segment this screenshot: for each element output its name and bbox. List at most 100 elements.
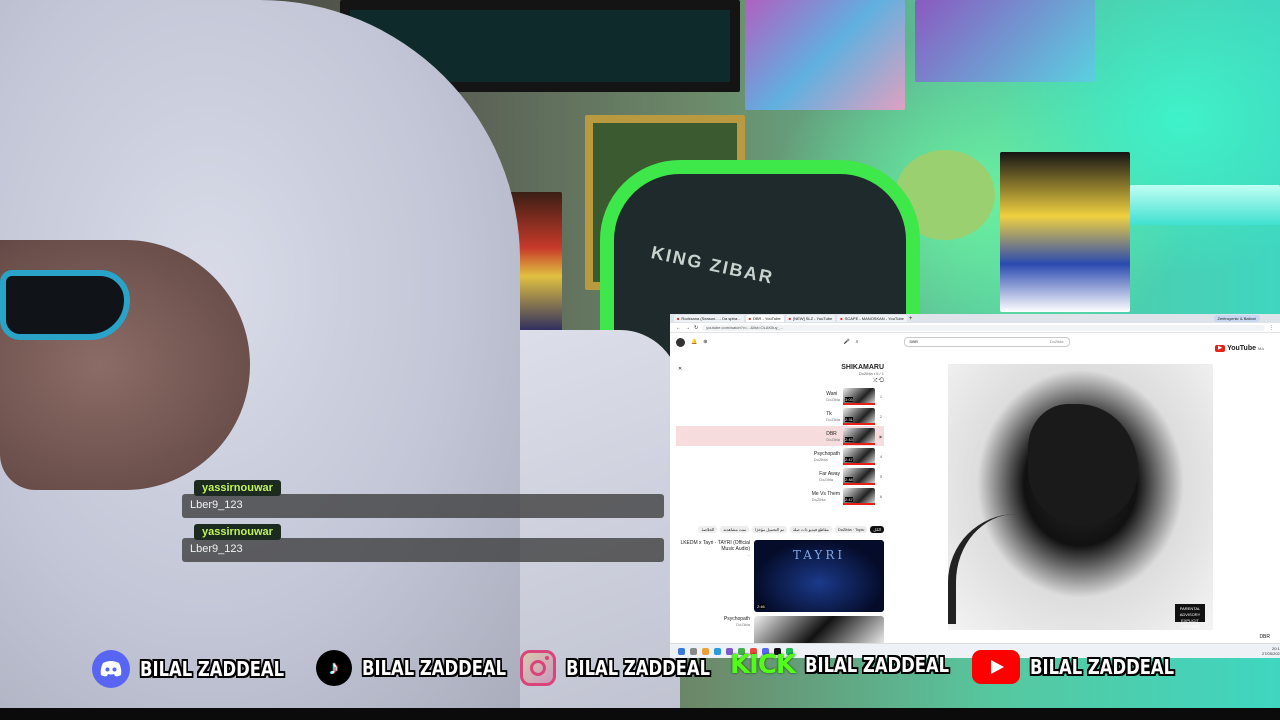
youtube-favicon-icon: ■ bbox=[748, 316, 751, 321]
youtube-masthead: 🔔 ⊕ 🎤 ⌕ DBR DoZibla bbox=[670, 333, 1280, 351]
track-artist: DoZibla bbox=[819, 476, 834, 482]
tiktok-icon: ♪ bbox=[316, 650, 352, 686]
discord-icon bbox=[92, 650, 130, 688]
playlist-subtitle: DoZibla • 6 / 1 bbox=[858, 371, 884, 376]
playlist-item[interactable]: Tk DoZibla 2:31 2 bbox=[676, 406, 884, 426]
playlist-item[interactable]: Far Away DoZibla 2:48 5 bbox=[676, 466, 884, 486]
chat-message: yassirnouwar Lber9_123 bbox=[182, 478, 664, 518]
track-thumbnail: 2:31 bbox=[843, 407, 875, 425]
rec-title: LKEDM x Tayri - TAYRI (Official Music Au… bbox=[680, 540, 750, 552]
parental-advisory-label: PARENTAL ADVISORY EXPLICIT CONTENT bbox=[1175, 604, 1205, 629]
browser-tab[interactable]: ■ SCAPE - MANOSKAN - YouTube bbox=[837, 315, 907, 322]
tab-bar: ■ Rocksana (Season... - Da sptra... ■ DBR … bbox=[670, 314, 1280, 323]
youtube-region: MA bbox=[1258, 346, 1264, 351]
chat-username: yassirnouwar bbox=[194, 524, 281, 540]
tiktok-handle: BILAL ZADDEAL bbox=[362, 656, 507, 680]
track-index: 4 bbox=[879, 453, 883, 459]
youtube-logo[interactable]: ▶ YouTube MA bbox=[1215, 345, 1264, 352]
shuffle-icon[interactable]: ⤮ bbox=[873, 378, 877, 384]
new-tab-icon[interactable]: + bbox=[909, 316, 913, 322]
profile-tab[interactable]: Zeetruyenkr & Baitoni bbox=[1213, 315, 1260, 322]
browser-tab[interactable]: ■ Rocksana (Season... - Da sptra... bbox=[674, 315, 744, 322]
notifications-icon[interactable]: 🔔 bbox=[691, 339, 697, 345]
chip[interactable]: DoZibla · Topic bbox=[834, 526, 868, 533]
chat-text: Lber9_123 bbox=[182, 494, 664, 518]
social-tiktok: ♪ BILAL ZADDEAL bbox=[316, 650, 538, 686]
close-icon[interactable]: ✕ bbox=[678, 366, 682, 372]
rec-thumb-title: TAYRI bbox=[792, 548, 846, 562]
track-artist: DoZibla bbox=[826, 396, 840, 402]
chip[interactable]: تم التحميل مؤخرًا bbox=[752, 526, 787, 533]
track-title: Psychopath bbox=[813, 450, 840, 457]
search-query: DBR bbox=[909, 339, 918, 344]
track-artist: DoZibla bbox=[813, 456, 828, 462]
chip-selected[interactable]: الكل bbox=[870, 526, 884, 533]
discord-handle: BILAL ZADDEAL bbox=[140, 657, 285, 681]
loop-icon[interactable]: ⟲ bbox=[879, 378, 884, 384]
playlist-item[interactable]: Psychopath DoZibla 2:47 4 bbox=[676, 446, 884, 466]
kick-icon: KICK bbox=[730, 650, 796, 680]
cover-figure bbox=[1028, 404, 1138, 524]
track-index: ▶ bbox=[879, 433, 883, 439]
extensions-icon[interactable]: ⋮ bbox=[1269, 325, 1274, 331]
recommendation-item[interactable]: LKEDM x Tayri - TAYRI (Official Music Au… bbox=[676, 540, 884, 612]
search-icon[interactable]: ⌕ bbox=[856, 339, 859, 345]
chip[interactable]: تمت مشاهدته bbox=[720, 526, 750, 533]
browser-tab[interactable]: ■ [NEW] SLZ - YouTube bbox=[785, 315, 836, 322]
url-field[interactable]: youtube.com/watch?v=...&list=OLAK5uy_... bbox=[702, 324, 1265, 331]
track-duration: 2:43 bbox=[845, 436, 853, 442]
chip[interactable]: مقاطع فيديو ذات صلة bbox=[789, 526, 832, 533]
back-icon[interactable]: ← bbox=[676, 325, 681, 331]
forward-icon[interactable]: → bbox=[685, 325, 690, 331]
create-icon[interactable]: ⊕ bbox=[703, 339, 707, 345]
reload-icon[interactable]: ↻ bbox=[694, 325, 698, 331]
track-duration: 2:47 bbox=[845, 456, 853, 462]
youtube-play-icon: ▶ bbox=[1215, 345, 1226, 352]
track-duration: 3:03 bbox=[845, 396, 853, 402]
chip[interactable]: الخلاصة bbox=[698, 526, 718, 533]
avatar[interactable] bbox=[676, 337, 685, 347]
sunglasses bbox=[0, 270, 130, 340]
art-poster-right bbox=[745, 0, 905, 110]
playlist-item[interactable]: Me Vs Them DoZibla 2:47 6 bbox=[676, 486, 884, 506]
youtube-logo-text: YouTube bbox=[1227, 345, 1256, 352]
chat-message: yassirnouwar Lber9_123 bbox=[182, 522, 664, 562]
youtube-favicon-icon: ■ bbox=[840, 316, 843, 321]
voice-search-icon[interactable]: 🎤 bbox=[843, 339, 849, 345]
cover-tail bbox=[948, 514, 1016, 624]
chat-text: Lber9_123 bbox=[182, 538, 664, 562]
track-title: Me Vs Them bbox=[811, 490, 840, 497]
playlist-title: SHIKAMARU bbox=[841, 364, 884, 371]
track-index: 2 bbox=[879, 413, 883, 419]
track-artist: DoZibla bbox=[826, 416, 840, 422]
social-kick: KICK BILAL ZADDEAL bbox=[730, 650, 981, 680]
social-instagram: BILAL ZADDEAL bbox=[520, 650, 742, 686]
browser-tab-active[interactable]: ■ DBR - YouTube bbox=[745, 315, 784, 322]
track-index: 5 bbox=[879, 473, 883, 479]
rec-meta: ... bbox=[746, 552, 750, 557]
track-thumbnail: 2:48 bbox=[843, 467, 875, 485]
tab-label: Rocksana (Season... - Da sptra... bbox=[681, 316, 741, 321]
track-duration: 2:48 bbox=[845, 476, 853, 482]
youtube-icon bbox=[972, 650, 1020, 684]
youtube-handle: BILAL ZADDEAL bbox=[1030, 655, 1175, 679]
rec-meta: DoZibla bbox=[736, 622, 750, 627]
playlist-controls: ⤮ ⟲ bbox=[676, 378, 884, 384]
track-title: Far Away bbox=[819, 470, 840, 477]
track-thumbnail: 2:43 bbox=[843, 427, 875, 445]
recommendations: LKEDM x Tayri - TAYRI (Official Music Au… bbox=[676, 540, 884, 650]
album-cover[interactable]: PARENTAL ADVISORY EXPLICIT CONTENT bbox=[948, 364, 1213, 630]
playlist-item-selected[interactable]: DBR DoZibla 2:43 ▶ bbox=[676, 426, 884, 446]
search-hint: DoZibla bbox=[1049, 339, 1064, 344]
tab-label: SCAPE - MANOSKAN - YouTube bbox=[844, 316, 904, 321]
social-youtube: BILAL ZADDEAL bbox=[972, 650, 1206, 684]
track-thumbnail: 3:03 bbox=[843, 387, 875, 405]
tab-label: [NEW] SLZ - YouTube bbox=[793, 316, 833, 321]
tab-label: DBR - YouTube bbox=[752, 316, 781, 321]
playlist-item[interactable]: Wani DoZibla 3:03 1 bbox=[676, 386, 884, 406]
kick-handle: BILAL ZADDEAL bbox=[805, 653, 950, 677]
search-input[interactable]: DBR DoZibla bbox=[904, 337, 1071, 347]
rec-duration: 2:46 bbox=[757, 604, 765, 609]
track-duration: 2:47 bbox=[845, 496, 853, 502]
instagram-handle: BILAL ZADDEAL bbox=[566, 656, 711, 680]
